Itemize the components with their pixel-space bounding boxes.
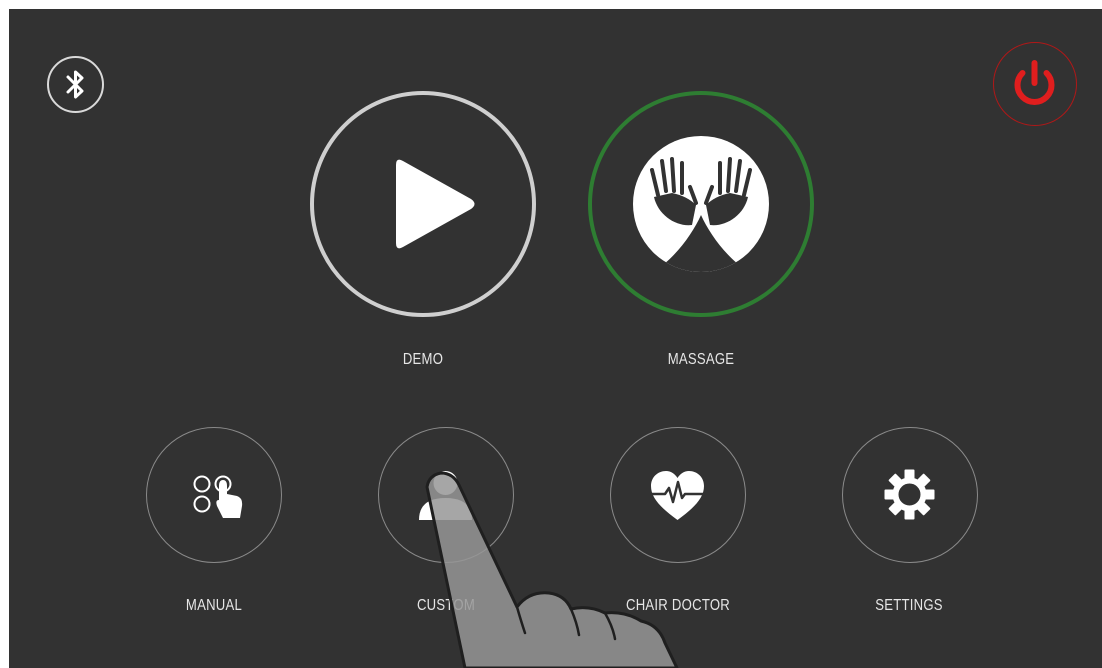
manual-label: MANUAL	[185, 597, 243, 614]
custom-button[interactable]	[378, 427, 514, 563]
demo-button[interactable]	[310, 91, 536, 317]
play-icon	[314, 95, 532, 313]
bluetooth-icon	[49, 58, 102, 111]
custom-label: CUSTOM	[416, 597, 476, 614]
manual-button[interactable]	[146, 427, 282, 563]
user-icon	[379, 428, 512, 561]
bluetooth-button[interactable]	[47, 56, 104, 113]
main-menu-screen: DEMO MASSAGE MANUAL CUSTOM CHAIR DOCTOR …	[9, 9, 1102, 668]
settings-label: SETTINGS	[875, 597, 943, 614]
heart-pulse-icon	[611, 428, 744, 561]
manual-touch-icon	[147, 428, 280, 561]
gear-icon	[843, 428, 976, 561]
demo-label: DEMO	[402, 351, 444, 368]
chair-doctor-button[interactable]	[610, 427, 746, 563]
power-icon	[994, 43, 1075, 124]
hands-icon	[592, 95, 810, 313]
massage-button[interactable]	[588, 91, 814, 317]
settings-button[interactable]	[842, 427, 978, 563]
power-button[interactable]	[993, 42, 1077, 126]
pointing-hand-icon	[9, 9, 1102, 668]
massage-label: MASSAGE	[667, 351, 735, 368]
chair-doctor-label: CHAIR DOCTOR	[625, 597, 731, 614]
